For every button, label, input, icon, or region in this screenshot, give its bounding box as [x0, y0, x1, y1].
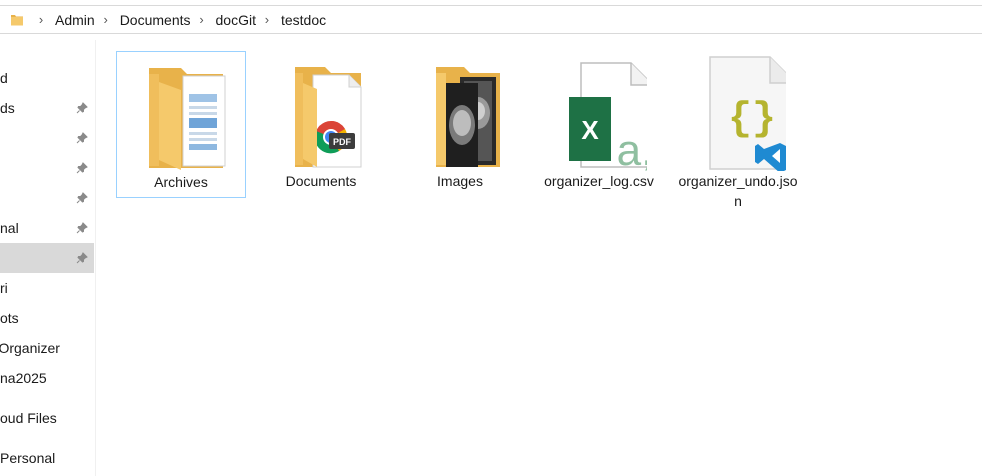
nav-item[interactable]: na2025 [0, 363, 94, 393]
folder-icon [10, 13, 24, 27]
nav-item[interactable]: ots [0, 303, 94, 333]
file-name: Images [437, 173, 483, 189]
nav-item[interactable] [0, 183, 94, 213]
file-name: Documents [285, 173, 357, 189]
file-tile-images[interactable]: Images [395, 51, 525, 198]
nav-item[interactable] [0, 153, 94, 183]
nav-item-label: e-Organizer [0, 340, 60, 356]
folder-icon [412, 53, 508, 171]
file-name: organizer_undo.json [678, 173, 798, 209]
pin-icon [76, 102, 88, 114]
nav-item-label: Personal [0, 450, 56, 466]
file-name: Archives [154, 174, 208, 190]
svg-text:{}: {} [728, 97, 776, 142]
nav-item-label: ds [0, 100, 15, 116]
breadcrumb-item-docgit[interactable]: docGit [216, 12, 256, 28]
breadcrumb-item-documents[interactable]: Documents [120, 12, 191, 28]
nav-item[interactable]: ds [0, 93, 94, 123]
nav-item[interactable] [0, 123, 94, 153]
nav-item[interactable]: oud Files [0, 403, 94, 433]
nav-item[interactable]: e-Organizer [0, 333, 94, 363]
folder-icon: PDF [273, 53, 369, 171]
nav-item-label: nal [0, 220, 19, 236]
pin-icon [76, 162, 88, 174]
address-bar[interactable]: › Admin › Documents › docGit › testdoc [0, 5, 982, 34]
chevron-right-icon[interactable]: › [262, 12, 272, 27]
pin-icon [76, 222, 88, 234]
svg-text:X: X [581, 115, 599, 145]
nav-item-label: ri [0, 280, 8, 296]
nav-item-label: na2025 [0, 370, 47, 386]
svg-text:PDF: PDF [333, 137, 352, 147]
folder-icon [133, 54, 229, 172]
pin-icon [76, 192, 88, 204]
nav-item[interactable]: nal [0, 213, 94, 243]
file-list: Archives PDF Documents Images X a organi… [100, 40, 982, 476]
breadcrumb: › Admin › Documents › docGit › testdoc [30, 12, 326, 28]
chevron-right-icon[interactable]: › [197, 12, 207, 27]
pin-icon [76, 252, 88, 264]
file-tile-archives[interactable]: Archives [116, 51, 246, 198]
nav-item[interactable]: d [0, 63, 94, 93]
file-tile-organizer-undo-json[interactable]: {} organizer_undo.json [673, 51, 803, 209]
svg-text:a,: a, [617, 126, 647, 171]
file-tile-organizer-log-csv[interactable]: X a, organizer_log.csv [534, 51, 664, 198]
nav-item-label: d [0, 70, 8, 86]
nav-item[interactable]: Personal [0, 443, 94, 473]
breadcrumb-item-testdoc[interactable]: testdoc [281, 12, 326, 28]
chevron-right-icon[interactable]: › [36, 12, 46, 27]
pin-icon [76, 132, 88, 144]
navigation-pane: d ds nal ri ots e-Organizer na2025 oud F… [0, 40, 94, 476]
excel-file-icon: X a, [551, 53, 654, 175]
chevron-right-icon[interactable]: › [101, 12, 111, 27]
nav-item[interactable]: ri [0, 273, 94, 303]
pane-divider[interactable] [95, 40, 96, 476]
nav-item-label: ots [0, 310, 19, 326]
nav-item-label: oud Files [0, 410, 57, 426]
file-name: organizer_log.csv [544, 173, 654, 189]
vscode-json-file-icon: {} [690, 53, 797, 173]
file-tile-documents[interactable]: PDF Documents [256, 51, 386, 198]
breadcrumb-item-admin[interactable]: Admin [55, 12, 95, 28]
nav-item-selected[interactable] [0, 243, 94, 273]
